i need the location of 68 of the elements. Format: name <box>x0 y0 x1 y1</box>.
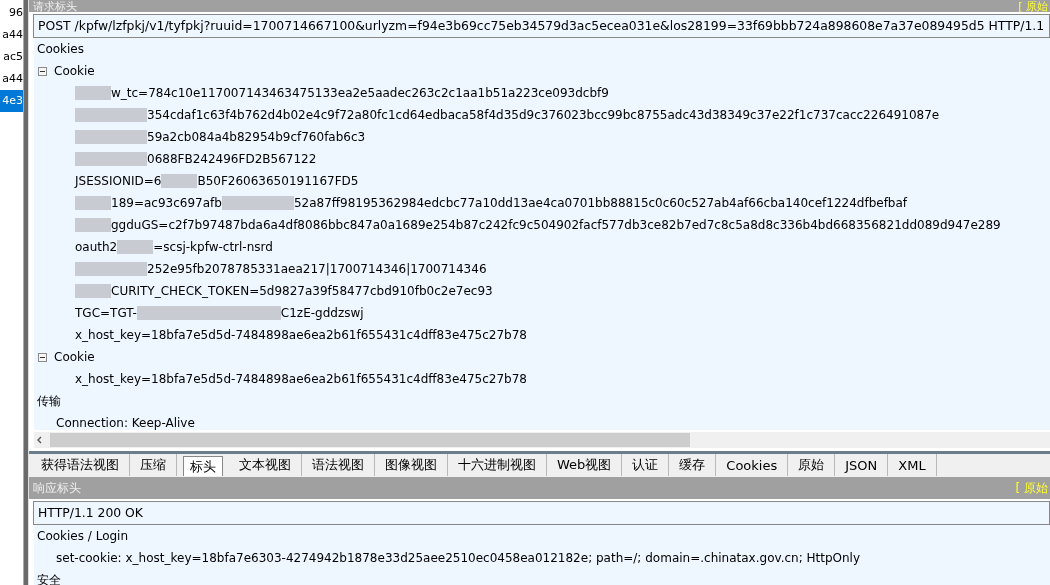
redaction-mark <box>111 262 147 276</box>
redaction-mark <box>75 86 111 100</box>
session-item[interactable]: a44 <box>0 68 23 90</box>
session-item[interactable]: 4e3 <box>0 90 23 112</box>
session-item[interactable]: ac5 <box>0 46 23 68</box>
cookie-text: oauth2 <box>75 239 118 256</box>
redaction-mark <box>221 196 258 210</box>
cookie-text: 189=ac93c697afb <box>111 195 222 212</box>
cookie-text: w_tc=784c10e117007143463475133ea2e5aadec263c2c1aa1b51a223ce093dcbf9 <box>111 85 609 102</box>
view-tab[interactable]: Cookies <box>716 454 789 476</box>
redaction-mark <box>75 130 111 144</box>
panel-title: 响应标头 <box>33 479 81 497</box>
cookie-text: 252e95fb2078785331aea217|1700714346|1700714346 <box>147 261 487 278</box>
cookie-text: C1zE-gddzswj <box>280 305 364 322</box>
cookie-text: TGC=TGT- <box>75 305 137 322</box>
session-item[interactable]: 96 <box>0 2 23 24</box>
cookie-text: CURITY_CHECK_TOKEN=5d9827a39f58477cbd910fb0c2e7ec93 <box>111 283 493 300</box>
cookie-text: x_host_key=18bfa7e5d5d-7484898ae6ea2b61f655431c4dff83e475c27b78 <box>75 371 527 388</box>
cookie-text: 59a2cb084a4b82954b9cf760fab6c3 <box>147 129 366 146</box>
view-tab[interactable]: Web视图 <box>547 454 623 476</box>
view-tab[interactable]: 认证 <box>622 454 670 476</box>
view-tab[interactable]: 获得语法视图 <box>31 454 130 476</box>
redaction-mark <box>161 174 198 188</box>
view-tab[interactable]: 文本视图 <box>229 454 302 476</box>
view-tab[interactable]: 缓存 <box>669 454 717 476</box>
header-entry[interactable]: set-cookie: x_host_key=18bfa7e6303-4274942b1878e33d25aee2510ec0458ea012182e; path=/; domain=.chinatax.gov.cn; HttpOnly <box>56 547 861 569</box>
redaction-mark <box>75 262 111 276</box>
view-tab[interactable]: 压缩 <box>130 454 177 476</box>
cookie-text: JSESSIONID=6 <box>75 173 162 190</box>
view-tab[interactable]: XML <box>888 454 937 476</box>
redaction-mark <box>111 108 147 122</box>
redaction-mark <box>244 306 281 320</box>
splitter[interactable] <box>23 0 29 585</box>
redaction-mark <box>75 284 111 298</box>
redaction-mark <box>111 152 147 166</box>
redaction-mark <box>75 218 111 232</box>
redaction-mark <box>117 240 154 254</box>
view-tab[interactable]: 标头 <box>183 456 223 476</box>
cookie-text: ggduGS=c2f7b97487bda6a4df8086bbc847a0a1689e254b87c242fc9c504902facf577db3ce82b7ed7c8c5a8d8c336b4bd668356821dd089d947e289 <box>111 217 1001 234</box>
group-title[interactable]: 安全 <box>37 569 61 585</box>
session-item[interactable]: a44 <box>0 24 23 46</box>
cookie-text: B50F26063650191167FD5 <box>197 173 359 190</box>
panel-title: 请求标头 <box>33 0 77 12</box>
cookie-text: x_host_key=18bfa7e5d5d-7484898ae6ea2b61f655431c4dff83e475c27b78 <box>75 327 527 344</box>
redaction-mark <box>75 196 111 210</box>
view-tab[interactable]: 十六进制视图 <box>448 454 547 476</box>
view-tab[interactable]: 图像视图 <box>375 454 448 476</box>
collapse-icon[interactable] <box>38 352 47 362</box>
header-entry[interactable]: Connection: Keep-Alive <box>56 412 195 430</box>
group-title[interactable]: Cookies <box>37 38 84 60</box>
redaction-mark <box>111 130 147 144</box>
redaction-mark <box>136 306 173 320</box>
view-tab[interactable]: 语法视图 <box>302 454 375 476</box>
redaction-mark <box>75 108 111 122</box>
group-title[interactable]: Cookies / Login <box>37 525 129 547</box>
group-title[interactable]: 传输 <box>37 390 61 412</box>
collapse-icon[interactable] <box>38 66 47 76</box>
cookie-text: =scsj-kpfw-ctrl-nsrd <box>153 239 273 256</box>
cookie-text: 0688FB242496FD2B567122 <box>147 151 317 168</box>
view-tab[interactable]: 原始 <box>788 454 836 476</box>
node-title[interactable]: Cookie <box>54 346 95 368</box>
redaction-mark <box>257 196 294 210</box>
cookie-text: 52a87ff98195362984edcbc77a10dd13ae4ca0701bb88815c0c60c527ab4af66cba140cef1224dfbefbaf <box>293 195 908 212</box>
cookie-text: 354cdaf1c63f4b762d4b02e4c9f72a80fc1cd64edbaca58f4d35d9c376023bcc99bc8755adc43d38349c37e22f1c737cacc226491087e <box>147 107 940 124</box>
node-title[interactable]: Cookie <box>54 60 95 82</box>
horizontal-scrollbar[interactable] <box>34 432 1050 448</box>
view-tab[interactable]: JSON <box>835 454 889 476</box>
redaction-mark <box>75 152 111 166</box>
